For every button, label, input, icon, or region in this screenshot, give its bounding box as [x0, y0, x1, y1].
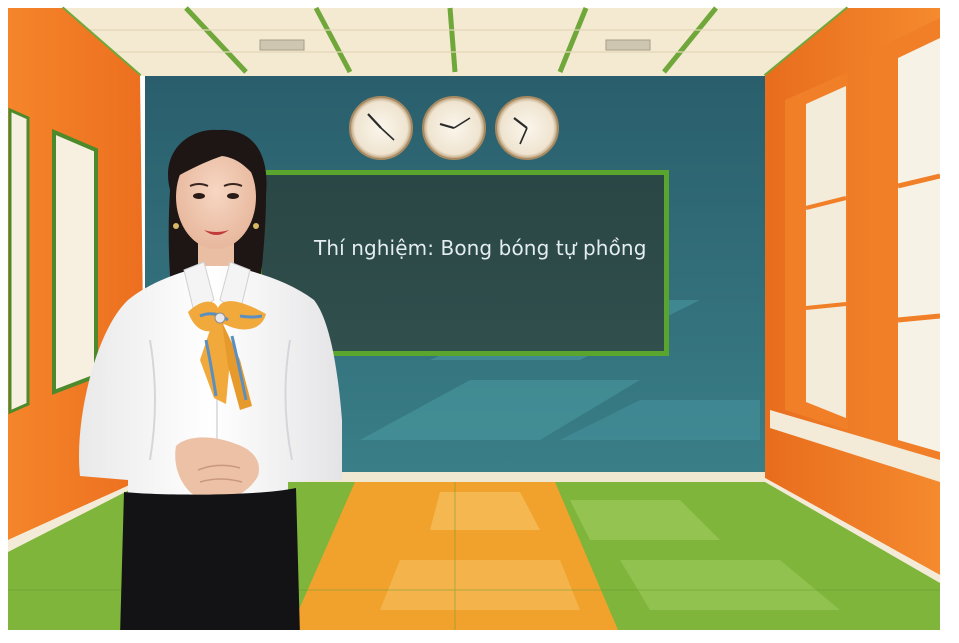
classroom-illustration: [0, 0, 959, 639]
ceiling-light: [259, 39, 305, 51]
wall-clock-icon: [495, 96, 559, 160]
chalkboard-title: Thí nghiệm: Bong bóng tự phồng: [314, 236, 647, 260]
ceiling-light: [605, 39, 651, 51]
black-skirt: [120, 488, 300, 636]
wall-clock-icon: [422, 96, 486, 160]
classroom-scene: Thí nghiệm: Bong bóng tự phồng: [0, 0, 959, 639]
window: [898, 38, 940, 452]
wall-frame: [8, 107, 30, 415]
wall-frame: [52, 128, 98, 395]
window: [806, 86, 846, 418]
wall-clock-icon: [349, 96, 413, 160]
